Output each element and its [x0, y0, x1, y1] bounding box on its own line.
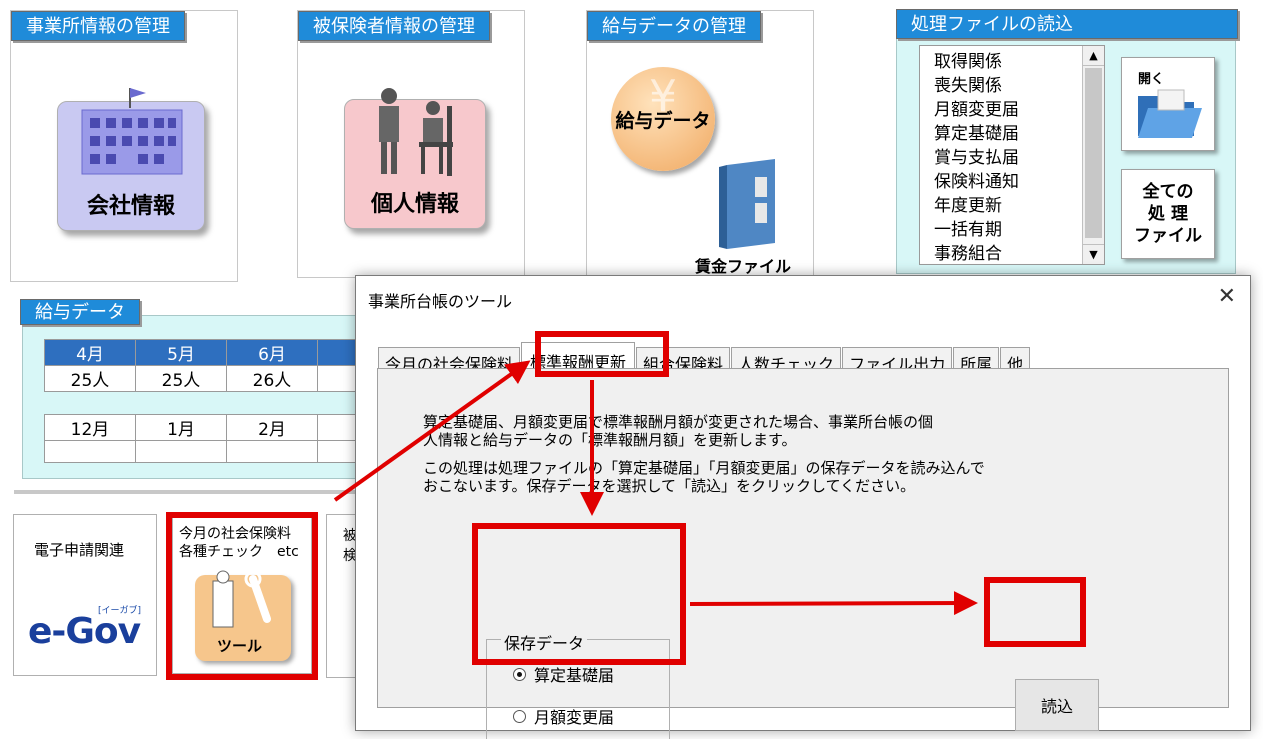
insured-panel: 被保険者情報の管理 個人情報 — [297, 10, 525, 278]
file-list-item[interactable]: 一括有期 — [934, 218, 1019, 242]
count-cell — [226, 440, 318, 463]
radio-santei[interactable]: 算定基礎届 — [513, 662, 614, 686]
file-list-scrollbar[interactable]: ▲ ▼ — [1082, 46, 1104, 264]
file-list-item[interactable]: 保険料通知 — [934, 170, 1019, 194]
personal-info-label: 個人情報 — [370, 192, 459, 217]
month-header-cell: 1月 — [135, 414, 227, 441]
tab-highlight — [535, 331, 669, 377]
binder-icon — [719, 159, 775, 249]
dialog-title: 事業所台帳のツール — [368, 292, 513, 311]
month-header-cell: 6月 — [226, 339, 318, 366]
scroll-thumb[interactable] — [1085, 68, 1102, 238]
radio-unselected-icon[interactable] — [513, 709, 526, 723]
wage-file-button[interactable]: 賃金ファイル — [695, 159, 805, 277]
file-list-item[interactable]: 事務組合 — [934, 242, 1019, 266]
count-cell: 25人 — [135, 365, 227, 392]
office-panel: 事業所情報の管理 会社情報 — [10, 10, 238, 282]
personal-info-button[interactable]: 個人情報 — [344, 88, 486, 229]
insured-panel-title: 被保険者情報の管理 — [298, 11, 490, 41]
file-list-item[interactable]: 月額変更届 — [934, 98, 1019, 122]
salary-table-title: 給与データ — [20, 299, 140, 325]
open-label: 開く — [1138, 72, 1165, 87]
company-info-button[interactable]: 会社情報 — [57, 88, 205, 231]
read-button[interactable]: 読込 — [1015, 679, 1099, 731]
files-panel-title: 処理ファイルの読込 — [896, 9, 1238, 39]
description-1-line2: 人情報と給与データの「標準報酬月額」を更新します。 — [423, 431, 797, 449]
egov-label: 電子申請関連 — [34, 541, 125, 559]
all-files-line3: ファイル — [1134, 226, 1202, 246]
month-header-cell: 12月 — [44, 414, 136, 441]
wage-file-label: 賃金ファイル — [695, 257, 792, 276]
salary-panel: 給与データの管理 ¥ 給与データ 賃金ファイル — [586, 10, 814, 278]
open-folder-icon — [1138, 89, 1202, 138]
radio-santei-label: 算定基礎届 — [534, 666, 615, 685]
files-panel: 処理ファイルの読込 取得関係 喪失関係 月額変更届 算定基礎届 賞与支払届 保険料通知 年度… — [896, 9, 1238, 274]
count-cell — [135, 440, 227, 463]
radio-getsugaku-label: 月額変更届 — [534, 708, 615, 727]
file-list-item[interactable]: 喪失関係 — [934, 74, 1019, 98]
all-files-line1: 全ての — [1142, 182, 1194, 202]
tool-highlight — [166, 512, 318, 680]
month-header-cell: 5月 — [135, 339, 227, 366]
open-button[interactable]: 開く — [1121, 57, 1215, 151]
file-list[interactable]: 取得関係 喪失関係 月額変更届 算定基礎届 賞与支払届 保険料通知 年度更新 一括有期 事務組合… — [919, 45, 1105, 265]
salary-data-label: 給与データ — [615, 109, 711, 132]
company-info-label: 会社情報 — [86, 194, 175, 219]
count-cell: 25人 — [44, 365, 136, 392]
file-list-item[interactable]: 算定基礎届 — [934, 122, 1019, 146]
group-highlight — [472, 523, 686, 665]
radio-selected-icon[interactable] — [513, 667, 526, 681]
description-1-line1: 算定基礎届、月額変更届で標準報酬月額が変更された場合、事業所台帳の個 — [423, 413, 934, 431]
building-icon — [81, 88, 183, 175]
section-divider — [14, 490, 358, 494]
salary-data-button[interactable]: ¥ 給与データ — [611, 67, 715, 171]
egov-logo: e-Gov — [28, 611, 141, 652]
scroll-down-icon[interactable]: ▼ — [1083, 244, 1104, 264]
description-1: 算定基礎届、月額変更届で標準報酬月額が変更された場合、事業所台帳の個 人情報と給… — [423, 413, 933, 449]
month-header-cell: 4月 — [44, 339, 136, 366]
radio-getsugaku[interactable]: 月額変更届 — [513, 704, 614, 728]
close-icon[interactable]: ✕ — [1218, 284, 1236, 309]
file-list-item[interactable]: 賞与支払届 — [934, 146, 1019, 170]
file-list-item[interactable]: 取得関係 — [934, 50, 1019, 74]
description-2: この処理は処理ファイルの「算定基礎届」「月額変更届」の保存データを読み込んで お… — [423, 459, 985, 495]
people-icon — [379, 88, 453, 176]
description-2-line1: この処理は処理ファイルの「算定基礎届」「月額変更届」の保存データを読み込んで — [423, 459, 985, 477]
egov-button[interactable]: 電子申請関連 [イーガブ] e-Gov — [13, 514, 157, 676]
read-button-highlight — [984, 577, 1086, 647]
file-list-item[interactable]: 年度更新 — [934, 194, 1019, 218]
count-cell — [44, 440, 136, 463]
month-header-cell: 2月 — [226, 414, 318, 441]
all-files-line2: 処 理 — [1148, 204, 1188, 224]
all-files-button[interactable]: 全ての 処 理 ファイル — [1121, 169, 1215, 259]
office-panel-title: 事業所情報の管理 — [11, 11, 185, 41]
salary-panel-title: 給与データの管理 — [587, 11, 761, 41]
description-2-line2: おこないます。保存データを選択して「読込」をクリックしてください。 — [423, 477, 916, 495]
count-cell: 26人 — [226, 365, 318, 392]
scroll-up-icon[interactable]: ▲ — [1083, 46, 1104, 66]
